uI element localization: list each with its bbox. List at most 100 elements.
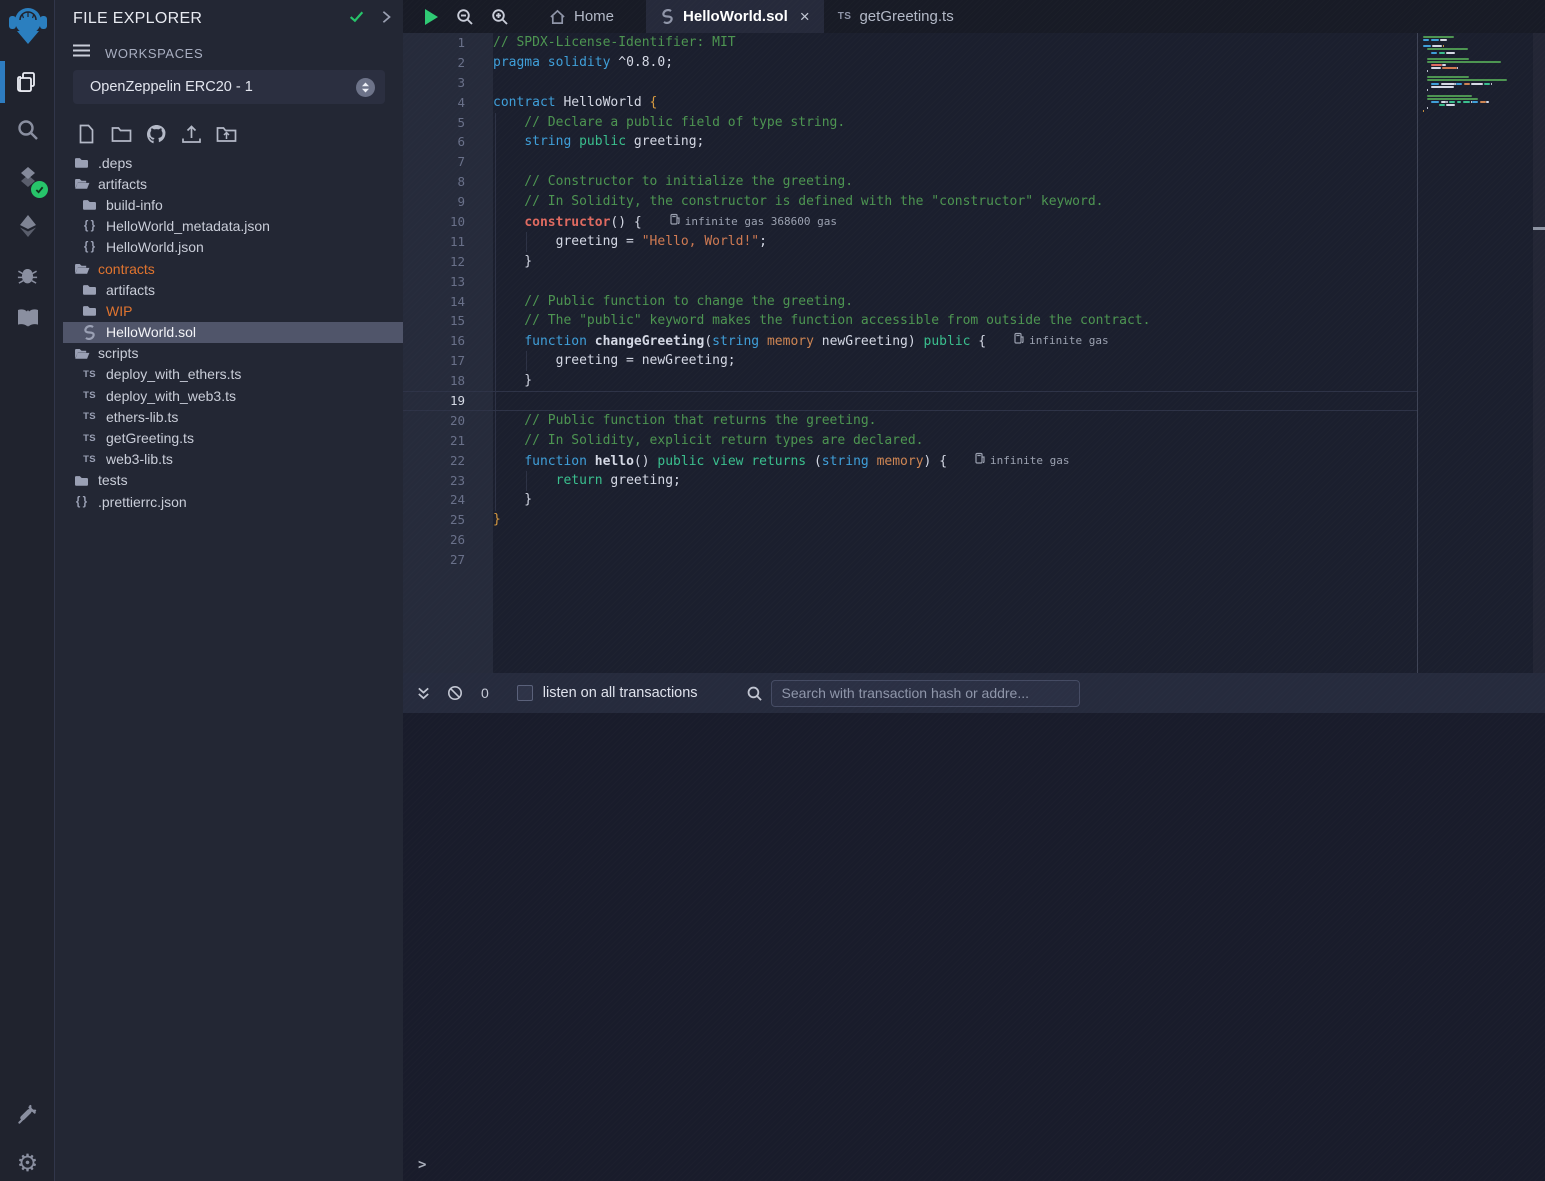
- code-content[interactable]: // SPDX-License-Identifier: MITpragma so…: [493, 33, 1417, 570]
- tree-item-artifacts[interactable]: artifacts: [55, 173, 403, 194]
- hamburger-menu-icon[interactable]: [73, 44, 90, 62]
- tabs: Home HelloWorld.sol×TSgetGreeting.ts: [525, 0, 968, 33]
- code-line[interactable]: constructor() {infinite gas 368600 gas: [493, 212, 1417, 232]
- transaction-search-input[interactable]: [771, 680, 1080, 707]
- tree-item-label: artifacts: [98, 176, 147, 192]
- tree-item-getgreeting-ts[interactable]: TSgetGreeting.ts: [55, 427, 403, 448]
- code-line[interactable]: // SPDX-License-Identifier: MIT: [493, 33, 1417, 53]
- tree-item-deploy-with-ethers-ts[interactable]: TSdeploy_with_ethers.ts: [55, 364, 403, 385]
- check-icon: [348, 8, 365, 30]
- code-line[interactable]: }: [493, 510, 1417, 530]
- code-line[interactable]: // Public function to change the greetin…: [493, 292, 1417, 312]
- code-editor[interactable]: 1234567891011121314151617181920212223242…: [403, 33, 1545, 673]
- activity-item-book[interactable]: [0, 296, 55, 340]
- code-line[interactable]: contract HelloWorld {: [493, 93, 1417, 113]
- run-icon[interactable]: [423, 8, 439, 26]
- workspace-select[interactable]: OpenZeppelin ERC20 - 1: [73, 70, 385, 104]
- code-line[interactable]: [493, 272, 1417, 292]
- tree-item-contracts[interactable]: contracts: [55, 258, 403, 279]
- tree-item-web3-lib-ts[interactable]: TSweb3-lib.ts: [55, 449, 403, 470]
- code-line[interactable]: pragma solidity ^0.8.0;: [493, 53, 1417, 73]
- tree-item-helloworld-metadata-json[interactable]: { }HelloWorld_metadata.json: [55, 216, 403, 237]
- line-number: 9: [403, 192, 465, 212]
- code-line[interactable]: }: [493, 490, 1417, 510]
- editor-scrollbar[interactable]: [1533, 33, 1545, 673]
- code-line[interactable]: greeting = "Hello, World!";: [493, 232, 1417, 252]
- tree-item-tests[interactable]: tests: [55, 470, 403, 491]
- code-line[interactable]: function changeGreeting(string memory ne…: [493, 331, 1417, 351]
- code-line[interactable]: // In Solidity, the constructor is defin…: [493, 192, 1417, 212]
- tree-item-ethers-lib-ts[interactable]: TSethers-lib.ts: [55, 406, 403, 427]
- activity-item-file-explorer[interactable]: [0, 60, 55, 104]
- tab-home[interactable]: Home: [535, 0, 628, 33]
- code-line[interactable]: [493, 152, 1417, 172]
- code-line[interactable]: function hello() public view returns (st…: [493, 451, 1417, 471]
- chevron-right-icon[interactable]: [379, 10, 393, 29]
- indent-guide: [495, 113, 496, 511]
- tree-item-wip[interactable]: WIP: [55, 300, 403, 321]
- tree-item-deploy-with-web3-ts[interactable]: TSdeploy_with_web3.ts: [55, 385, 403, 406]
- close-tab-icon[interactable]: ×: [800, 8, 810, 25]
- folder-icon: [81, 304, 98, 317]
- minimap-line: [1440, 39, 1447, 41]
- folder-icon: [81, 198, 98, 211]
- gas-estimate-text: infinite gas: [990, 451, 1069, 471]
- tree-item-prettierrc-json[interactable]: { }.prettierrc.json: [55, 491, 403, 512]
- code-line[interactable]: [493, 530, 1417, 550]
- code-line[interactable]: [493, 391, 1417, 411]
- code-line[interactable]: }: [493, 252, 1417, 272]
- terminal-prompt: >: [418, 1157, 426, 1173]
- code-line[interactable]: string public greeting;: [493, 132, 1417, 152]
- activity-item-search[interactable]: [0, 108, 55, 152]
- line-number: 23: [403, 471, 465, 491]
- zoom-in-icon[interactable]: [491, 8, 509, 26]
- code-line[interactable]: }: [493, 371, 1417, 391]
- code-line[interactable]: [493, 73, 1417, 93]
- activity-item-solidity-compiler[interactable]: [0, 156, 55, 200]
- activity-item-debugger[interactable]: [0, 252, 55, 296]
- minimap-line: [1431, 39, 1439, 41]
- code-line[interactable]: // In Solidity, explicit return types ar…: [493, 431, 1417, 451]
- tree-item-artifacts[interactable]: artifacts: [55, 279, 403, 300]
- code-line[interactable]: return greeting;: [493, 471, 1417, 491]
- typescript-file-icon: TS: [81, 411, 98, 422]
- upload-folder-icon[interactable]: [213, 121, 239, 147]
- minimap-line: [1427, 48, 1468, 50]
- activity-item-plugin[interactable]: [0, 1092, 55, 1136]
- tree-item-build-info[interactable]: build-info: [55, 194, 403, 215]
- upload-file-icon[interactable]: [178, 121, 204, 147]
- code-line[interactable]: greeting = newGreeting;: [493, 351, 1417, 371]
- tree-item-helloworld-json[interactable]: { }HelloWorld.json: [55, 237, 403, 258]
- code-line[interactable]: // The "public" keyword makes the functi…: [493, 311, 1417, 331]
- indent-guide: [526, 232, 527, 252]
- clear-console-icon[interactable]: [447, 685, 463, 701]
- tree-item-scripts[interactable]: scripts: [55, 343, 403, 364]
- tree-item-helloworld-sol[interactable]: HelloWorld.sol: [63, 322, 403, 343]
- minimap-line: [1457, 67, 1458, 69]
- indent-guide: [526, 351, 527, 371]
- listen-transactions-checkbox[interactable]: [517, 685, 533, 701]
- collapse-terminal-icon[interactable]: [416, 686, 431, 701]
- code-line[interactable]: // Declare a public field of type string…: [493, 113, 1417, 133]
- line-number: 17: [403, 351, 465, 371]
- tab-label: getGreeting.ts: [859, 8, 953, 25]
- github-icon[interactable]: [143, 121, 169, 147]
- activity-item-deploy-run[interactable]: [0, 204, 55, 248]
- indent-guide: [526, 471, 527, 491]
- code-line[interactable]: // Constructor to initialize the greetin…: [493, 172, 1417, 192]
- tree-item-deps[interactable]: .deps: [55, 152, 403, 173]
- new-file-icon[interactable]: [73, 121, 99, 147]
- minimap-line: [1443, 45, 1444, 47]
- new-folder-icon[interactable]: [108, 121, 134, 147]
- code-line[interactable]: // Public function that returns the gree…: [493, 411, 1417, 431]
- minimap-line: [1423, 110, 1424, 112]
- zoom-out-icon[interactable]: [456, 8, 474, 26]
- line-number: 22: [403, 451, 465, 471]
- terminal-output[interactable]: >: [403, 713, 1545, 1181]
- activity-item-settings-gear[interactable]: ⚙: [0, 1141, 55, 1181]
- tab-getgreeting-ts[interactable]: TSgetGreeting.ts: [824, 0, 968, 33]
- tab-helloworld-sol[interactable]: HelloWorld.sol×: [646, 0, 824, 33]
- minimap[interactable]: [1417, 33, 1533, 673]
- minimap-line: [1427, 89, 1428, 91]
- code-line[interactable]: [493, 550, 1417, 570]
